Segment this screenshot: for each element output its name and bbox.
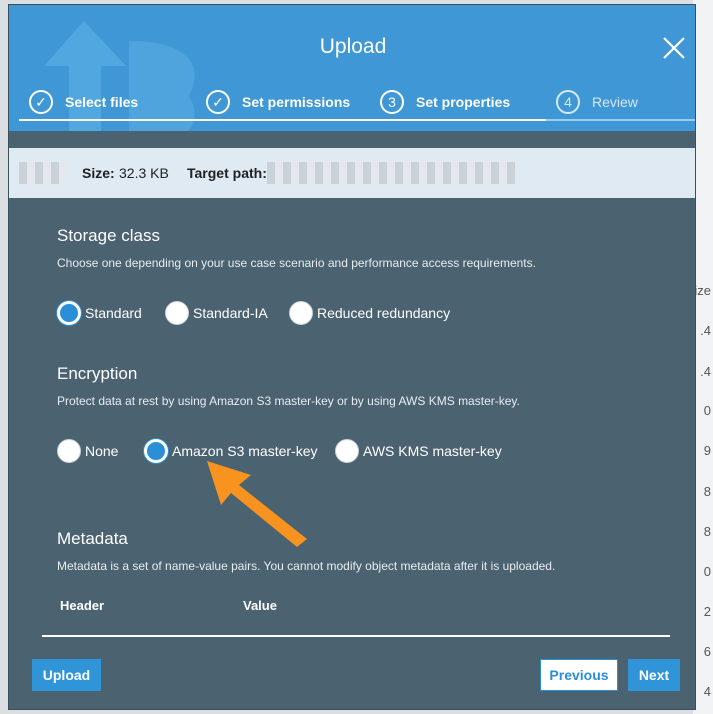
radio-standard-ia[interactable]: Standard-IA [165, 301, 268, 325]
radio-standard[interactable]: Standard [57, 301, 142, 325]
step-progress-bar [19, 119, 546, 121]
background-text: .4 [700, 323, 711, 338]
dialog-header: Upload ✓ Select files ✓ Set permissions … [9, 5, 695, 131]
redacted-file-name [19, 162, 65, 184]
step-number: 4 [556, 90, 580, 114]
radio-label: Standard [85, 305, 142, 321]
background-text: 6 [703, 644, 711, 659]
encryption-title: Encryption [57, 364, 138, 383]
radio-button[interactable] [289, 301, 313, 325]
radio-button[interactable] [335, 439, 359, 463]
storage-class-title: Storage class [57, 226, 160, 245]
radio-label: AWS KMS master-key [363, 443, 502, 459]
background-text: 8 [703, 484, 711, 499]
step-label: Review [592, 94, 638, 110]
step-set-permissions[interactable]: ✓ Set permissions [206, 87, 350, 117]
file-info-bar: Size: 32.3 KB Target path: [9, 148, 695, 198]
step-review[interactable]: 4 Review [556, 87, 638, 117]
annotation-arrow-icon [207, 461, 307, 547]
radio-label: None [85, 443, 119, 459]
radio-aws-kms-master-key[interactable]: AWS KMS master-key [335, 439, 502, 463]
background-text: 4 [703, 684, 711, 699]
background-text: 0 [703, 564, 711, 579]
target-path-label: Target path: [187, 165, 267, 181]
step-progress-remaining [546, 119, 695, 121]
step-label: Set properties [416, 94, 511, 110]
background-text: 0 [703, 403, 711, 418]
encryption-description: Protect data at rest by using Amazon S3 … [57, 394, 520, 408]
redacted-target-path [267, 162, 517, 184]
radio-label: Standard-IA [193, 305, 268, 321]
check-icon: ✓ [29, 90, 53, 114]
step-label: Set permissions [242, 94, 351, 110]
radio-button[interactable] [144, 439, 168, 463]
metadata-title: Metadata [57, 529, 128, 548]
dialog-title: Upload [319, 35, 387, 58]
radio-label: Reduced redundancy [317, 305, 451, 321]
radio-button[interactable] [165, 301, 189, 325]
metadata-divider [42, 635, 670, 637]
background-text: 8 [703, 524, 711, 539]
upload-button[interactable]: Upload [32, 659, 101, 691]
size-label: Size: [82, 165, 115, 181]
background-text: 2 [703, 604, 711, 619]
metadata-description: Metadata is a set of name-value pairs. Y… [57, 559, 556, 573]
step-select-files[interactable]: ✓ Select files [29, 87, 138, 117]
radio-none[interactable]: None [57, 439, 118, 463]
storage-class-description: Choose one depending on your use case sc… [57, 256, 536, 270]
radio-button[interactable] [57, 301, 81, 325]
background-text: 9 [703, 443, 711, 458]
close-icon[interactable] [661, 35, 687, 61]
column-header-header: Header [60, 598, 105, 613]
wizard-steps: ✓ Select files ✓ Set permissions 3 Set p… [19, 87, 695, 123]
next-button[interactable]: Next [628, 659, 680, 691]
radio-button[interactable] [57, 439, 81, 463]
upload-dialog: Upload ✓ Select files ✓ Set permissions … [8, 4, 696, 710]
check-icon: ✓ [206, 90, 230, 114]
background-text: ize [694, 283, 711, 298]
size-value: 32.3 KB [119, 165, 169, 181]
step-number: 3 [380, 90, 404, 114]
step-label: Select files [65, 94, 139, 110]
background-text: .4 [700, 364, 711, 379]
step-set-properties[interactable]: 3 Set properties [380, 87, 510, 117]
radio-reduced-redundancy[interactable]: Reduced redundancy [289, 301, 450, 325]
previous-button[interactable]: Previous [540, 659, 618, 691]
column-header-value: Value [243, 598, 277, 613]
